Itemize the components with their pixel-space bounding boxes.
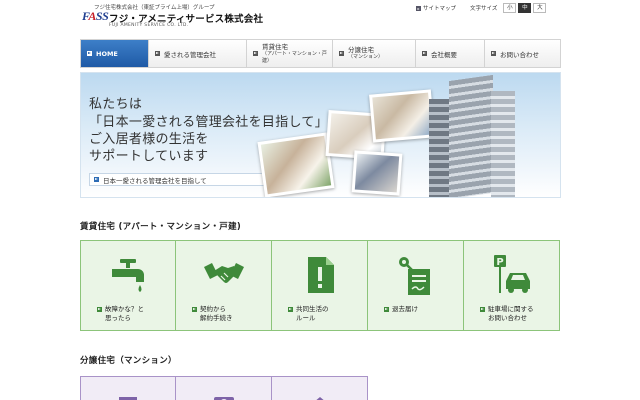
arrow-icon [87, 51, 92, 56]
font-size-medium-button[interactable]: 中 [518, 3, 532, 13]
arrow-icon [480, 307, 485, 312]
hero-building-image [429, 74, 521, 197]
svg-text:P: P [496, 257, 503, 268]
arrow-icon [422, 51, 427, 56]
hero-banner: 私たちは 「日本一愛される管理会社を目指して」 ご入居者様の生活を サポートして… [80, 72, 561, 198]
handshake-icon [203, 263, 244, 284]
hero-photo-couple [369, 89, 435, 143]
nav-beloved-management[interactable]: 愛される管理会社 [149, 40, 247, 67]
tile-parking[interactable]: P 駐車場に関する お問い合わせ [464, 240, 560, 331]
tile-trouble[interactable]: 故障かな？と 思ったら [80, 240, 176, 331]
hero-photo-seniors [257, 132, 335, 197]
house-icon [315, 397, 324, 400]
sitemap-label: サイトマップ [423, 6, 457, 12]
nav-label-main: 分譲住宅 [348, 46, 374, 55]
tile-label: 故障かな？と 思ったら [97, 305, 171, 323]
arrow-icon [339, 51, 344, 56]
tile-label: 共同生活の ルール [288, 305, 363, 323]
tile-condo-1[interactable] [80, 376, 176, 400]
font-size-large-button[interactable]: 大 [533, 3, 547, 13]
tile-label: 駐車場に関する お問い合わせ [480, 305, 555, 323]
nav-label-sub: （マンション） [348, 54, 384, 61]
parking-car-icon: P [493, 255, 530, 293]
notice-icon [307, 257, 334, 293]
tile-label: 契約から 解約手続き [192, 305, 267, 323]
font-size-small-button[interactable]: 小 [503, 3, 517, 13]
tile-label-line: 思ったら [105, 313, 131, 322]
nav-home[interactable]: HOME [81, 40, 149, 67]
nav-contact[interactable]: お問い合わせ [485, 40, 560, 67]
arrow-icon [253, 51, 258, 56]
tile-label-line: 故障かな？と [105, 305, 144, 313]
utility-bar: ▸ サイトマップ 文字サイズ 小 中 大 [416, 2, 547, 14]
parking-sign-icon: P [213, 397, 234, 400]
arrow-icon: ▸ [416, 5, 421, 11]
global-nav: HOME 愛される管理会社 賃貸住宅 （アパート・マンション・戸建） 分譲住宅 … [80, 39, 561, 68]
tile-label: 退去届け [384, 305, 459, 314]
hero-link-label: 日本一愛される管理会社を目指して [103, 176, 207, 185]
nav-label: 分譲住宅 （マンション） [348, 46, 383, 60]
nav-company-profile[interactable]: 会社概要 [416, 40, 485, 67]
nav-label: HOME [96, 49, 118, 58]
tile-label-line: 契約から [200, 305, 226, 313]
font-size-label: 文字サイズ [470, 6, 498, 12]
hero-line: 私たちは [89, 97, 143, 112]
nav-condo-housing[interactable]: 分譲住宅 （マンション） [333, 40, 416, 67]
company-logo[interactable]: FASS [82, 9, 109, 24]
site-header: フジ住宅株式会社（東証プライム上場）グループ FASS フジ・アメニティサービス… [0, 0, 640, 38]
section-title-condo: 分譲住宅（マンション） [80, 356, 177, 366]
nav-label-main: 賃貸住宅 [262, 43, 288, 52]
section-title-rental: 賃貸住宅 (アパート・マンション・戸建) [80, 222, 242, 232]
tile-label-line: 駐車場に関する [488, 305, 534, 313]
tile-label-line: お問い合わせ [488, 313, 527, 322]
tile-label-line: 解約手続き [200, 313, 233, 322]
nav-label: お問い合わせ [500, 50, 539, 59]
tile-move-out[interactable]: 退去届け [368, 240, 464, 331]
company-name-en: FUJI AMENITY SERVICE CO. LTD. [109, 23, 189, 28]
sitemap-link[interactable]: ▸ サイトマップ [416, 4, 456, 12]
rental-tiles: 故障かな？と 思ったら 契約から 解約手続き 共同生活の ルール 退去届け P … [80, 240, 560, 331]
arrow-icon [94, 177, 99, 182]
building-icon [119, 397, 137, 400]
tile-condo-3[interactable] [272, 376, 368, 400]
hero-link-button[interactable]: 日本一愛される管理会社を目指して [89, 173, 285, 186]
tile-contract[interactable]: 契約から 解約手続き [176, 240, 272, 331]
tile-condo-2[interactable]: P [176, 376, 272, 400]
arrow-icon [288, 307, 293, 312]
tile-community-rules[interactable]: 共同生活の ルール [272, 240, 368, 331]
nav-label-sub: （アパート・マンション・戸建） [262, 51, 327, 64]
condo-tiles: P [80, 376, 368, 400]
nav-label: 会社概要 [431, 50, 457, 59]
nav-label: 愛される管理会社 [164, 50, 216, 59]
arrow-icon [192, 307, 197, 312]
tile-label-line: 共同生活の [296, 305, 329, 313]
key-document-icon [398, 257, 430, 295]
tile-label-line: 退去届け [392, 305, 418, 313]
arrow-icon [384, 307, 389, 312]
tile-label-line: ルール [296, 313, 316, 322]
arrow-icon [155, 51, 160, 56]
hero-photo-worker [351, 150, 403, 196]
nav-label: 賃貸住宅 （アパート・マンション・戸建） [262, 43, 332, 64]
faucet-icon [112, 259, 144, 292]
nav-rental-housing[interactable]: 賃貸住宅 （アパート・マンション・戸建） [247, 40, 333, 67]
group-text: フジ住宅株式会社（東証プライム上場）グループ [94, 5, 215, 11]
arrow-icon [491, 51, 496, 56]
hero-line: サポートしています [89, 149, 209, 164]
arrow-icon [97, 307, 102, 312]
